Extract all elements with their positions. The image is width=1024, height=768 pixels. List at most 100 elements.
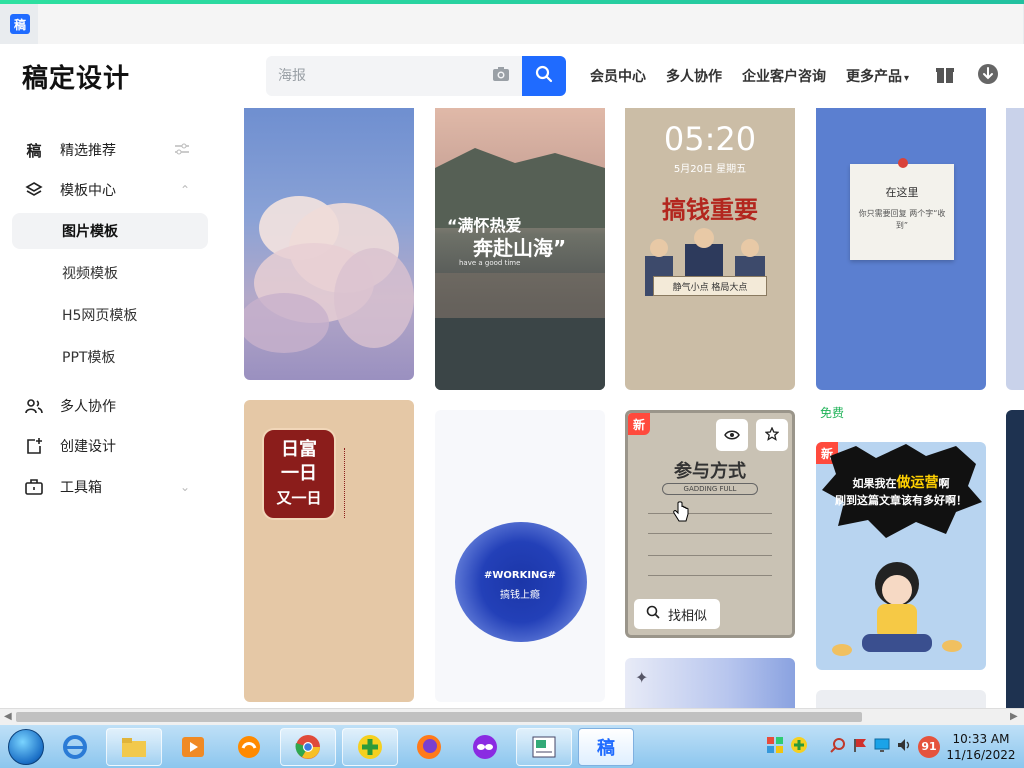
camera-icon[interactable] <box>492 66 510 86</box>
note-paper: 在这里 你只需要回复 两个字“收到” <box>850 158 954 260</box>
text-line <box>648 575 772 576</box>
nav-more-label: 更多产品 <box>846 69 902 85</box>
flag-icon[interactable] <box>852 737 868 757</box>
text-line <box>648 533 772 534</box>
template-card-partial-2[interactable]: ✦ <box>625 658 795 708</box>
file-explorer-icon[interactable] <box>106 727 162 766</box>
preview-button[interactable] <box>716 419 748 451</box>
header-icons <box>935 63 999 89</box>
system-tray: 91 10:33 AM 11/16/2022 <box>766 731 1024 763</box>
nav-more-products[interactable]: 更多产品 ▾ <box>846 66 909 86</box>
operation-text-b: 啊 <box>938 477 950 490</box>
sidebar-item-label: 精选推荐 <box>60 143 116 159</box>
operation-text-a: 如果我在 <box>852 477 897 490</box>
pin-icon <box>898 158 908 168</box>
sidebar-sub-h5-templates[interactable]: H5网页模板 <box>12 297 208 333</box>
template-card-money[interactable]: 05:20 5月20日 星期五 搞钱重要 静气小点 格局大点 <box>625 108 795 390</box>
notification-badge[interactable]: 91 <box>918 735 940 758</box>
template-card-partial-3[interactable] <box>816 690 986 708</box>
clock-date: 11/16/2022 <box>946 747 1016 762</box>
sidebar-item-template-center[interactable]: 模板中心 ⌃ <box>12 172 208 208</box>
nav-enterprise[interactable]: 企业客户咨询 <box>742 66 826 86</box>
add-design-icon <box>24 437 44 455</box>
vpn-mask-icon[interactable] <box>460 728 510 766</box>
green-plus-icon[interactable] <box>342 727 398 766</box>
download-icon[interactable] <box>977 63 999 89</box>
sidebar-item-collaboration[interactable]: 多人协作 <box>12 388 208 424</box>
sidebar: 稿 精选推荐 模板中心 ⌃ 图片模板 视频模板 H5网页模板 PPT模板 多人协… <box>0 108 226 708</box>
gift-icon[interactable] <box>935 64 955 88</box>
find-similar-button[interactable]: 找相似 <box>634 599 720 629</box>
sidebar-item-label: 工具箱 <box>60 480 102 496</box>
scrollbar-thumb[interactable] <box>16 712 862 722</box>
rich-line-3: 又一日 <box>276 489 322 507</box>
users-icon <box>24 398 44 414</box>
sparkle-icon: ✦ <box>635 668 649 687</box>
template-card-participate[interactable]: 新 参与方式 GADDING FULL 找相似 <box>625 410 795 638</box>
site-favicon-icon[interactable]: 稿 <box>10 14 30 34</box>
firefox-icon[interactable] <box>404 728 454 766</box>
scroll-left-icon[interactable]: ◀ <box>4 711 12 722</box>
search-input[interactable] <box>278 68 478 84</box>
brand-logo[interactable]: 稿定设计 <box>22 58 262 95</box>
tab-area <box>38 4 1023 44</box>
sidebar-item-featured[interactable]: 稿 精选推荐 <box>12 132 208 168</box>
speaker-icon[interactable] <box>896 737 912 757</box>
ie-icon[interactable] <box>50 728 100 766</box>
template-card-operation[interactable]: 新 如果我在做运营啊 刷到这篇文章该有多好啊！ <box>816 442 986 670</box>
toolbox-icon <box>24 479 44 495</box>
participate-title: 参与方式 <box>674 461 746 482</box>
chrome-icon[interactable] <box>280 727 336 766</box>
active-app-button[interactable]: 稿 <box>578 727 634 766</box>
taskbar: 稿 91 10:33 AM 11/16/2022 <box>0 725 1024 768</box>
media-player-icon[interactable] <box>168 728 218 766</box>
template-card-partial-4[interactable] <box>1006 410 1024 708</box>
horizontal-scrollbar[interactable]: ◀ ▶ <box>0 708 1024 725</box>
card3-date: 5月20日 星期五 <box>673 164 747 175</box>
hand-cursor-icon <box>672 501 690 527</box>
uc-browser-icon[interactable] <box>224 728 274 766</box>
nav-collaboration[interactable]: 多人协作 <box>666 66 722 86</box>
new-badge: 新 <box>628 413 650 435</box>
girl-illustration <box>832 562 962 656</box>
operation-line-2: 刷到这篇文章该有多好啊！ <box>835 494 967 507</box>
template-card-rich[interactable]: 日富 一日 又一日 <box>244 400 414 702</box>
template-card-working[interactable]: #WORKING# 搞钱上瘾 <box>435 410 605 702</box>
search-button[interactable] <box>522 56 566 96</box>
tray-search-icon[interactable] <box>830 737 846 757</box>
note-body: 你只需要回复 两个字“收到” <box>858 209 946 230</box>
logo-icon: 稿 <box>26 141 42 160</box>
sidebar-item-label: 创建设计 <box>60 439 116 455</box>
card2-small-text: have a good time <box>459 259 521 267</box>
template-card-clouds[interactable] <box>244 108 414 380</box>
working-sub: 搞钱上瘾 <box>500 590 540 601</box>
sidebar-item-create-design[interactable]: 创建设计 <box>12 428 208 464</box>
colorful-grid-icon[interactable] <box>766 736 784 758</box>
note-title: 在这里 <box>885 186 919 199</box>
participate-sub: GADDING FULL <box>662 483 758 495</box>
document-viewer-icon[interactable] <box>516 727 572 766</box>
template-card-mountains[interactable]: “满怀热爱 奔赴山海” have a good time <box>435 108 605 390</box>
chevron-down-icon: ⌄ <box>179 480 190 494</box>
template-card-note[interactable]: 在这里 你只需要回复 两个字“收到” <box>816 108 986 390</box>
start-button[interactable] <box>8 728 44 765</box>
settings-sliders-icon[interactable] <box>174 142 190 159</box>
sidebar-sub-image-templates[interactable]: 图片模板 <box>12 213 208 249</box>
nav-vip-center[interactable]: 会员中心 <box>590 66 646 86</box>
monitor-icon[interactable] <box>874 737 890 757</box>
template-card-partial-1[interactable] <box>1006 108 1024 390</box>
card3-title: 搞钱重要 <box>662 196 758 224</box>
system-clock[interactable]: 10:33 AM 11/16/2022 <box>946 731 1016 763</box>
text-line <box>648 555 772 556</box>
sidebar-sub-video-templates[interactable]: 视频模板 <box>12 255 208 291</box>
sidebar-item-label: 多人协作 <box>60 399 116 415</box>
card3-subtitle: 静气小点 格局大点 <box>653 276 767 296</box>
working-text: #WORKING# <box>483 570 557 581</box>
tray-plus-icon[interactable] <box>790 736 808 758</box>
browser-tab-strip: 稿 <box>0 4 1024 44</box>
decorative-line <box>344 448 348 518</box>
sidebar-item-toolbox[interactable]: 工具箱 ⌄ <box>12 469 208 505</box>
sidebar-sub-ppt-templates[interactable]: PPT模板 <box>12 339 208 375</box>
favorite-button[interactable] <box>756 419 788 451</box>
scroll-right-icon[interactable]: ▶ <box>1010 711 1018 722</box>
